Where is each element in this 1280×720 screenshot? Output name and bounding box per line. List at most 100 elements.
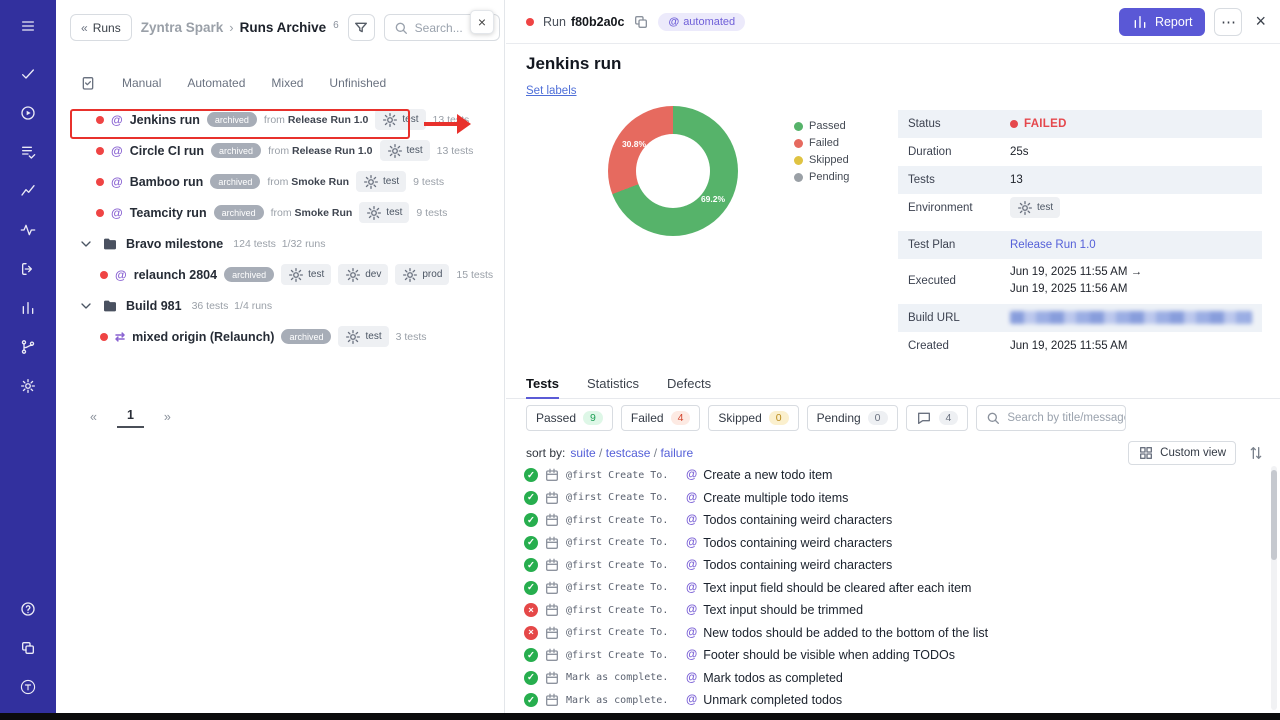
tab-statistics[interactable]: Statistics [587, 369, 639, 398]
passed-percentage-label: 69.2% [701, 194, 725, 204]
test-title[interactable]: Todos containing weird characters [703, 558, 892, 572]
test-title[interactable]: Todos containing weird characters [703, 536, 892, 550]
test-suite: @first Create To... [566, 605, 666, 616]
tasks-check-icon[interactable] [6, 54, 50, 93]
chevron-down-icon[interactable] [78, 236, 94, 252]
test-plan-link[interactable]: Release Run 1.0 [1010, 239, 1096, 251]
test-title[interactable]: Text input should be trimmed [703, 603, 863, 617]
pulse-activity-icon[interactable] [6, 210, 50, 249]
failed-status-icon: × [524, 603, 538, 617]
chevron-down-icon[interactable] [78, 298, 94, 314]
automated-icon: @ [686, 627, 697, 639]
filter-passed-button[interactable]: Passed9 [526, 405, 613, 431]
test-title[interactable]: Create a new todo item [703, 468, 832, 482]
archived-badge: archived [281, 329, 331, 344]
test-list-icon[interactable] [6, 132, 50, 171]
tests-search-input[interactable]: Search by title/message [976, 405, 1126, 431]
test-row[interactable]: ×@first Create To...@Text input should b… [524, 599, 1268, 622]
nav-bottom-group [6, 589, 50, 716]
test-row[interactable]: ✓@first Create To...@Create multiple tod… [524, 487, 1268, 510]
set-labels-link[interactable]: Set labels [526, 85, 577, 97]
test-title[interactable]: Unmark completed todos [703, 693, 842, 707]
filter-button[interactable] [348, 14, 375, 41]
prev-page-button[interactable]: « [84, 408, 103, 426]
automated-icon: @ [686, 582, 697, 594]
filter-label: Pending [817, 411, 861, 425]
analytics-chart-icon[interactable] [6, 171, 50, 210]
projects-copy-icon[interactable] [6, 628, 50, 667]
test-row[interactable]: ✓@first Create To...@Todos containing we… [524, 554, 1268, 577]
test-row[interactable]: ✓@first Create To...@Todos containing we… [524, 509, 1268, 532]
folder-item[interactable]: Bravo milestone124 tests 1/32 runs [56, 228, 504, 259]
automated-icon: @ [686, 672, 697, 684]
run-type-tab-automated[interactable]: Automated [187, 76, 245, 90]
menu-icon[interactable] [6, 6, 50, 45]
env-tag: test [380, 140, 430, 161]
test-suite: @first Create To... [566, 582, 666, 593]
run-list-item[interactable]: @Teamcity runarchivedfrom Smoke Runtest9… [56, 197, 504, 228]
failed-status-icon: × [524, 626, 538, 640]
run-list-item[interactable]: @Circle CI runarchivedfrom Release Run 1… [56, 135, 504, 166]
sort-by-testcase-link[interactable]: testcase [606, 446, 651, 460]
branch-icon[interactable] [6, 327, 50, 366]
test-title[interactable]: Create multiple todo items [703, 491, 848, 505]
run-type-tab-manual[interactable]: Manual [122, 76, 161, 90]
test-row[interactable]: ✓Mark as complete...@Mark todos as compl… [524, 667, 1268, 690]
test-row[interactable]: ✓Mark as complete...@Unmark completed to… [524, 689, 1268, 712]
test-title[interactable]: Mark todos as completed [703, 671, 843, 685]
test-suite: @first Create To... [566, 492, 666, 503]
search-icon [393, 20, 409, 36]
tab-tests[interactable]: Tests [526, 369, 559, 398]
test-title[interactable]: Todos containing weird characters [703, 513, 892, 527]
reports-bar-chart-icon[interactable] [6, 288, 50, 327]
folder-name: Build 981 [126, 299, 182, 313]
folder-name: Bravo milestone [126, 237, 223, 251]
help-icon[interactable] [6, 589, 50, 628]
close-search-button[interactable]: × [470, 10, 494, 34]
folder-item[interactable]: Build 98136 tests 1/4 runs [56, 290, 504, 321]
test-row[interactable]: ✓@first Create To...@Todos containing we… [524, 532, 1268, 555]
close-detail-button[interactable]: × [1255, 11, 1266, 32]
filter-skipped-button[interactable]: Skipped0 [708, 405, 798, 431]
run-list-item[interactable]: @Jenkins runarchivedfrom Release Run 1.0… [56, 104, 504, 135]
run-list-item[interactable]: ⇄mixed origin (Relaunch)archivedtest3 te… [56, 321, 504, 352]
sort-by-failure-link[interactable]: failure [660, 446, 693, 460]
scrollbar-thumb[interactable] [1271, 470, 1277, 560]
calendar-icon [544, 602, 560, 618]
left-nav-rail [0, 0, 56, 720]
settings-gear-icon[interactable] [6, 366, 50, 405]
tab-defects[interactable]: Defects [667, 369, 711, 398]
runs-play-icon[interactable] [6, 93, 50, 132]
breadcrumb-project[interactable]: Zyntra Spark [141, 20, 224, 35]
calendar-icon [544, 490, 560, 506]
legend-item: Skipped [794, 154, 849, 166]
test-title[interactable]: Footer should be visible when adding TOD… [703, 648, 955, 662]
custom-view-button[interactable]: Custom view [1128, 441, 1236, 465]
sort-by-suite-link[interactable]: suite [570, 446, 595, 460]
test-row[interactable]: ✓@first Create To...@Create a new todo i… [524, 464, 1268, 487]
run-list-item[interactable]: @Bamboo runarchivedfrom Smoke Runtest9 t… [56, 166, 504, 197]
test-title[interactable]: Text input field should be cleared after… [703, 581, 971, 595]
automated-icon: @ [111, 175, 123, 189]
test-title[interactable]: New todos should be added to the bottom … [703, 626, 988, 640]
copy-run-id-icon[interactable] [633, 14, 649, 30]
build-url-redacted-link[interactable] [1010, 311, 1252, 324]
run-type-tab-unfinished[interactable]: Unfinished [329, 76, 386, 90]
sort-direction-icon[interactable] [1248, 445, 1264, 461]
logo-t-icon[interactable] [6, 667, 50, 706]
import-export-icon[interactable] [6, 249, 50, 288]
test-row[interactable]: ×@first Create To...@New todos should be… [524, 622, 1268, 645]
test-row[interactable]: ✓@first Create To...@Text input field sh… [524, 577, 1268, 600]
filter-pending-button[interactable]: Pending0 [807, 405, 898, 431]
filter-failed-button[interactable]: Failed4 [621, 405, 701, 431]
test-suite: @first Create To... [566, 560, 666, 571]
more-options-button[interactable]: ⋯ [1214, 8, 1242, 36]
run-list-item[interactable]: @relaunch 2804archivedtestdevprod15 test… [56, 259, 504, 290]
current-page[interactable]: 1 [117, 406, 144, 428]
comments-filter-button[interactable]: 4 [906, 405, 969, 431]
test-row[interactable]: ✓@first Create To...@Footer should be vi… [524, 644, 1268, 667]
next-page-button[interactable]: » [158, 408, 177, 426]
report-button[interactable]: Report [1119, 8, 1206, 36]
back-to-runs-button[interactable]: « Runs [70, 14, 132, 41]
run-type-tab-mixed[interactable]: Mixed [271, 76, 303, 90]
